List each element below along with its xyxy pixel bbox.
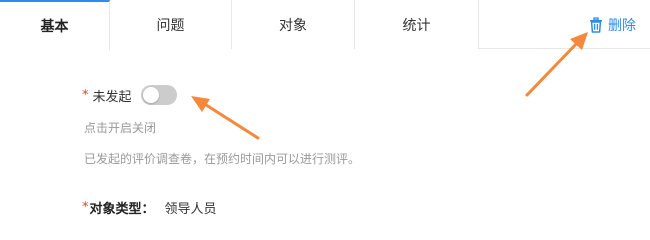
- tab-questions[interactable]: 问题: [110, 0, 232, 49]
- delete-button[interactable]: 删除: [588, 15, 636, 35]
- status-description: 已发起的评价调查卷，在预约时间内可以进行测评。: [84, 152, 361, 166]
- status-label: 未发起: [92, 89, 132, 105]
- arrow-to-toggle: [191, 96, 260, 140]
- toggle-knob: [142, 87, 159, 103]
- required-mark: *: [82, 199, 89, 215]
- tab-label: 统计: [402, 17, 431, 34]
- delete-label: 删除: [608, 18, 636, 34]
- tab-bar: 基本 问题 对象 统计 删除: [0, 0, 650, 50]
- object-type-label: 对象类型：: [89, 201, 155, 217]
- tab-label: 问题: [156, 17, 185, 34]
- object-type-value: 领导人员: [164, 201, 217, 217]
- status-toggle[interactable]: [140, 85, 177, 105]
- status-row: * 未发起: [82, 85, 177, 105]
- tab-objects[interactable]: 对象: [232, 0, 355, 49]
- tab-label: 基本: [40, 19, 69, 35]
- tab-basic[interactable]: 基本: [0, 0, 110, 50]
- tab-statistics[interactable]: 统计: [355, 0, 479, 49]
- object-type-row: * 对象类型： 领导人员: [82, 198, 217, 217]
- required-mark: *: [82, 87, 89, 103]
- tab-label: 对象: [279, 17, 307, 34]
- toggle-hint: 点击开启关闭: [84, 121, 157, 135]
- trash-icon: [588, 17, 604, 33]
